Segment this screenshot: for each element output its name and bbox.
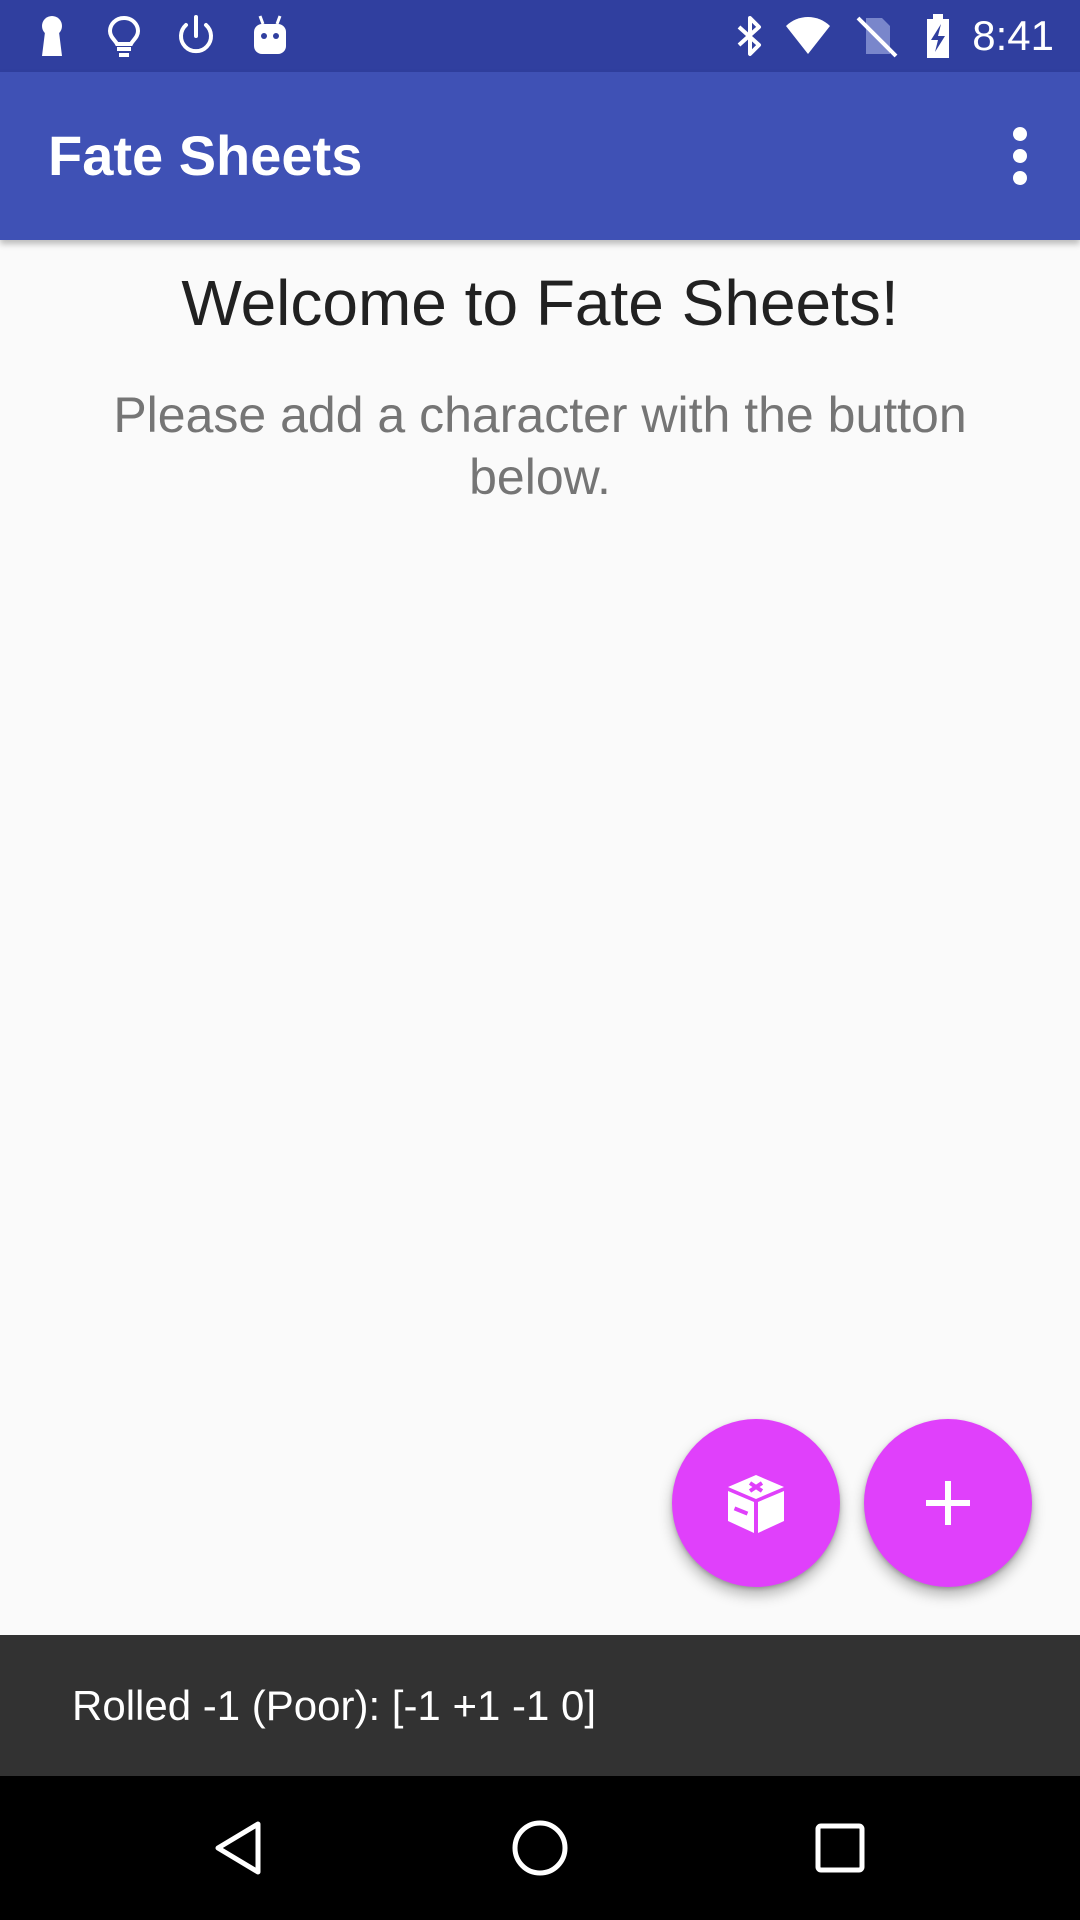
- snackbar: Rolled -1 (Poor): [-1 +1 -1 0]: [0, 1635, 1080, 1776]
- nav-back-button[interactable]: [192, 1800, 288, 1896]
- back-icon: [215, 1821, 261, 1875]
- android-icon: [246, 12, 294, 60]
- nav-home-button[interactable]: [492, 1800, 588, 1896]
- status-time: 8:41: [972, 12, 1054, 59]
- add-icon: [926, 1481, 970, 1525]
- screen: 8:41 Fate Sheets Welcome to Fate Sheets!…: [0, 0, 1080, 1920]
- overflow-menu-button[interactable]: [984, 108, 1056, 204]
- keyhole-icon: [28, 12, 76, 60]
- recents-icon: [815, 1823, 865, 1873]
- welcome-title: Welcome to Fate Sheets!: [181, 267, 899, 339]
- power-icon: [172, 12, 220, 60]
- app-title: Fate Sheets: [48, 124, 363, 187]
- app-bar: Fate Sheets: [0, 72, 1080, 240]
- roll-dice-button[interactable]: [672, 1419, 840, 1587]
- lightbulb-icon: [100, 12, 148, 60]
- home-icon: [512, 1820, 568, 1876]
- status-bar: 8:41: [0, 0, 1080, 72]
- battery-charging-icon: [914, 12, 962, 60]
- welcome-message: Please add a character with the button b…: [113, 387, 967, 505]
- add-character-button[interactable]: [864, 1419, 1032, 1587]
- no-sim-icon: [852, 12, 900, 60]
- wifi-icon: [784, 12, 832, 60]
- bluetooth-icon: [726, 12, 774, 60]
- nav-recents-button[interactable]: [792, 1800, 888, 1896]
- more-vert-icon: [1013, 127, 1027, 185]
- main-content: Welcome to Fate Sheets! Please add a cha…: [0, 240, 1080, 508]
- snackbar-message: Rolled -1 (Poor): [-1 +1 -1 0]: [72, 1682, 597, 1729]
- dice-icon: [728, 1475, 784, 1533]
- navigation-bar: [0, 1776, 1080, 1920]
